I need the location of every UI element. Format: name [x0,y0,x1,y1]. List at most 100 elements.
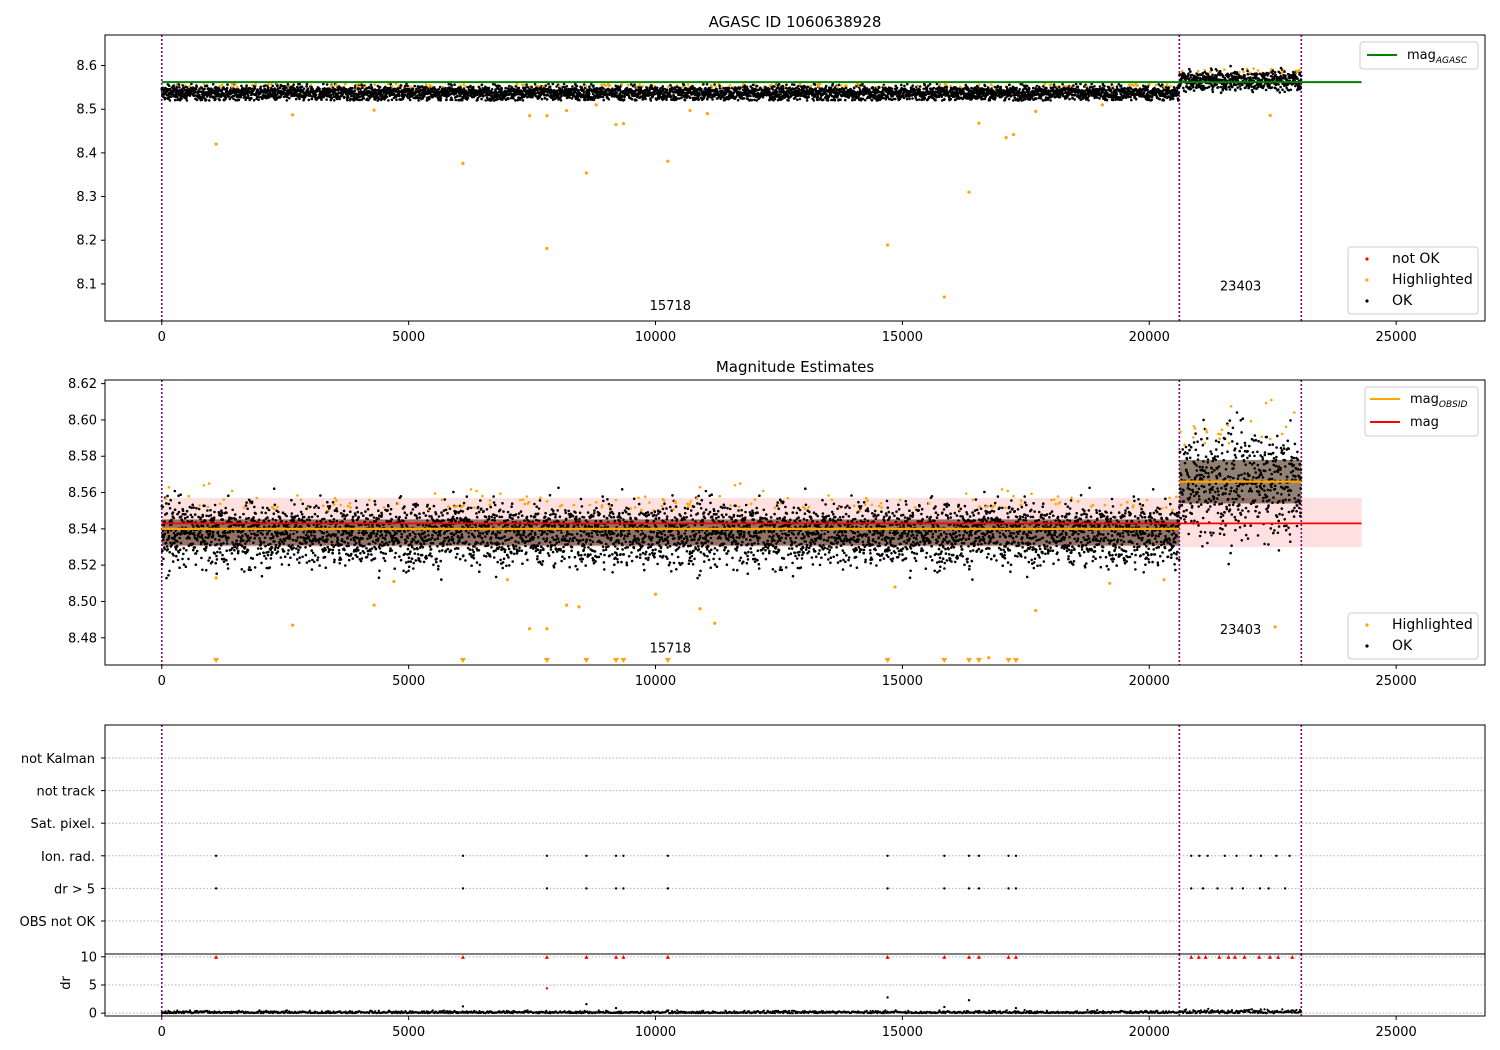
ok-point [785,83,788,87]
ok-point [616,89,620,92]
highlighted-point [710,84,713,88]
ok-point [302,87,306,90]
ok-point [793,83,796,86]
highlighted-point [1136,84,1139,87]
highlighted-point [818,82,822,86]
ok-point [351,86,354,90]
ok-point [983,97,987,101]
ok-point [1052,83,1056,86]
ok-point [354,92,358,96]
ok-point [843,89,846,92]
ok-point [1076,85,1080,88]
ok-point [1127,95,1130,98]
ok-point [305,82,309,86]
ok-point [999,85,1003,89]
ok-point [1058,95,1062,99]
ok-point [425,85,428,89]
ok-point [454,92,458,95]
ok-point [428,97,431,100]
ok-point [271,84,275,88]
ok-point [700,87,703,91]
ok-point [307,98,311,102]
ok-point [525,83,528,86]
ok-point [383,87,387,91]
ok-point [498,84,501,88]
highlighted-point [990,83,993,86]
ok-point [590,83,593,86]
ok-point [1045,86,1048,90]
ok-point [438,85,442,89]
highlighted-point [373,83,377,86]
highlighted-point [1132,84,1135,88]
ok-point [480,97,483,101]
ok-point [943,97,946,101]
ok-point [728,87,731,90]
ok-point [906,82,909,86]
ok-point [490,88,494,91]
ok-point [259,85,263,89]
highlighted-point [267,83,270,86]
ok-point [753,98,756,102]
ok-point [232,97,235,100]
ok-point [325,98,328,101]
ok-point [175,85,179,89]
ok-point [884,98,888,101]
ok-point [320,98,323,101]
ok-point [895,86,899,90]
ok-point [180,97,183,100]
ok-point [575,84,579,88]
ok-point [816,95,820,99]
ok-point [226,83,229,86]
ok-point [245,84,248,87]
ok-point [484,99,488,102]
ok-point [932,86,936,90]
ok-point [1150,98,1154,101]
ok-point [918,85,922,88]
ok-point [742,97,746,100]
ok-point [1103,84,1106,88]
ok-point [777,83,781,86]
ok-point [1098,85,1102,88]
highlighted-point [835,85,839,88]
ok-point [787,99,790,102]
ok-point [749,94,752,98]
highlighted-point [600,83,603,87]
ok-point [945,88,948,92]
ok-point [806,85,810,89]
ok-point [594,96,597,100]
ok-point [367,98,370,102]
ok-point [258,96,261,99]
ok-point [844,98,847,102]
ok-point [1098,97,1101,100]
ok-point [903,84,906,88]
ok-point [514,99,517,102]
ok-point [1150,95,1154,99]
ok-point [565,85,569,88]
ok-point [361,84,364,87]
ok-point [665,98,668,102]
ok-point [928,82,932,86]
ok-point [1093,85,1096,88]
ok-point [918,88,921,91]
ok-point [361,86,364,90]
ok-point [794,96,797,100]
ok-point [614,84,617,88]
ok-point [689,96,692,100]
ok-point [1182,86,1185,90]
highlighted-point [236,85,239,89]
ok-point [773,85,776,88]
highlighted-point [627,83,630,87]
ok-point [415,87,418,91]
ok-point [1012,99,1015,102]
highlighted-point [839,84,843,87]
ok-point [915,98,919,102]
ok-point [173,98,177,102]
ok-point [1123,87,1127,90]
ok-point [205,84,209,87]
ok-point [445,98,448,101]
ok-point [852,86,856,90]
ok-point [456,94,460,98]
ok-point [871,86,875,89]
ok-point [962,90,965,93]
ok-point [913,88,917,92]
